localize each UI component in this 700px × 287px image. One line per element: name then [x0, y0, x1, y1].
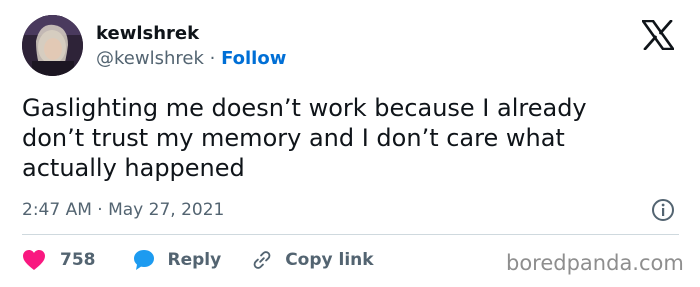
- display-name[interactable]: kewlshrek: [96, 24, 199, 44]
- tweet-text: Gaslighting me doesn’t work because I al…: [22, 94, 587, 182]
- x-logo-icon[interactable]: [642, 20, 674, 50]
- avatar-image: [22, 15, 83, 76]
- separator: ·: [209, 48, 216, 69]
- follow-button[interactable]: Follow: [221, 48, 286, 69]
- avatar[interactable]: [22, 15, 83, 76]
- copy-link-label: Copy link: [285, 250, 374, 270]
- action-bar: 758 Reply Copy link: [22, 246, 374, 274]
- copy-link-button[interactable]: Copy link: [251, 249, 374, 271]
- link-icon: [253, 251, 271, 269]
- like-count: 758: [60, 250, 96, 270]
- handle[interactable]: @kewlshrek: [96, 48, 204, 69]
- info-icon[interactable]: [651, 198, 675, 222]
- handle-row: @kewlshrek · Follow: [96, 49, 286, 69]
- like-button[interactable]: 758: [22, 249, 96, 271]
- speech-bubble-icon: [133, 250, 154, 270]
- heart-icon: [23, 250, 45, 270]
- divider: [22, 234, 679, 235]
- reply-label: Reply: [167, 250, 222, 270]
- timestamp[interactable]: 2:47 AM · May 27, 2021: [22, 200, 224, 220]
- watermark: boredpanda.com: [506, 251, 684, 275]
- reply-button[interactable]: Reply: [132, 248, 222, 272]
